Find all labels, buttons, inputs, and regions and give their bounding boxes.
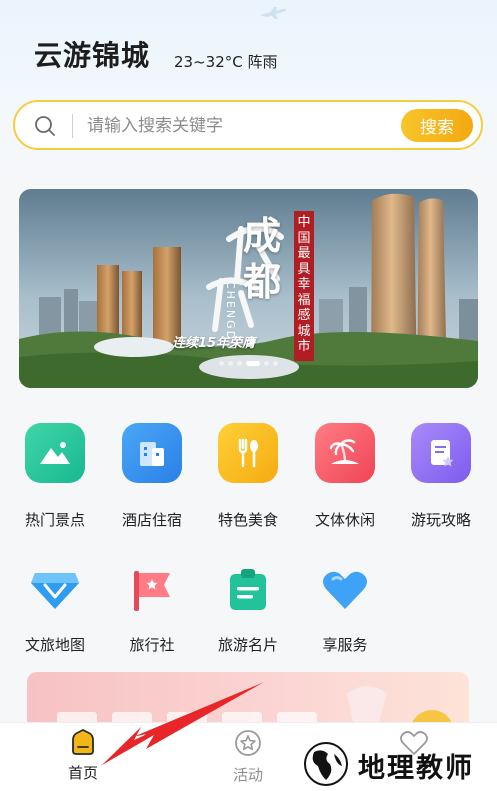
airplane-icon — [260, 7, 287, 19]
globe-logo-icon — [304, 742, 348, 786]
palm-island-icon — [315, 423, 375, 483]
grid-label: 享服务 — [322, 636, 368, 654]
tab-label: 首页 — [67, 764, 98, 782]
header-background — [0, 0, 497, 180]
banner-red-label: 中国最具幸福感城市 — [297, 215, 311, 354]
search-divider — [72, 114, 73, 138]
tab-home[interactable]: 首页 — [33, 728, 133, 783]
watermark: 地理教师 — [296, 738, 496, 788]
guide-document-icon — [411, 423, 471, 483]
grid-item-food[interactable]: 特色美食 — [200, 423, 296, 530]
travel-flag-icon — [122, 560, 182, 620]
heart-icon — [315, 560, 375, 620]
banner-dot[interactable] — [219, 361, 224, 366]
banner-slogan: 连续15年荣膺 — [172, 336, 256, 351]
fork-spoon-icon — [218, 423, 278, 483]
weather-info: 23~32°C 阵雨 — [174, 53, 278, 71]
grid-item-leisure[interactable]: 文体休闲 — [297, 423, 393, 530]
search-button[interactable]: 搜索 — [401, 109, 473, 142]
app-title: 云游锦城 — [34, 39, 151, 72]
grid-item-guide[interactable]: 游玩攻略 — [393, 423, 489, 530]
grid-item-services[interactable]: 享服务 — [297, 560, 393, 655]
hotel-building-icon — [122, 423, 182, 483]
banner-pagination[interactable] — [19, 361, 478, 366]
grid-label: 旅游名片 — [217, 636, 278, 654]
grid-label: 文体休闲 — [314, 511, 375, 529]
diamond-map-icon — [25, 560, 85, 620]
grid-item-travel-agency[interactable]: 旅行社 — [104, 560, 200, 655]
tab-label: 活动 — [232, 766, 263, 784]
banner-pinyin: CHENGDU — [224, 281, 237, 352]
grid-item-tourism-card[interactable]: 旅游名片 — [200, 560, 296, 655]
banner-dot[interactable] — [264, 361, 269, 366]
grid-label: 旅行社 — [129, 636, 175, 654]
search-bar[interactable]: 搜索 — [13, 100, 483, 150]
grid-label: 特色美食 — [217, 511, 278, 529]
home-icon — [72, 728, 94, 755]
tab-activities[interactable]: 活动 — [198, 729, 298, 785]
banner-dot[interactable] — [273, 361, 278, 366]
grid-label: 文旅地图 — [24, 636, 85, 654]
grid-item-hot-spots[interactable]: 热门景点 — [7, 423, 103, 530]
banner-dot[interactable] — [237, 361, 242, 366]
grid-label: 游玩攻略 — [410, 511, 471, 529]
grid-item-hotel[interactable]: 酒店住宿 — [104, 423, 200, 530]
mountain-photo-icon — [25, 423, 85, 483]
grid-label: 酒店住宿 — [121, 511, 182, 529]
banner-dot[interactable] — [246, 361, 260, 366]
grid-label: 热门景点 — [24, 511, 85, 529]
banner-dot[interactable] — [228, 361, 233, 366]
search-icon — [35, 116, 55, 136]
card-badge-icon — [218, 560, 278, 620]
search-input[interactable] — [87, 111, 387, 141]
grid-item-culture-map[interactable]: 文旅地图 — [7, 560, 103, 655]
banner-title-vertical: 成都 — [243, 213, 282, 304]
watermark-text: 地理教师 — [358, 753, 474, 784]
promo-banner[interactable]: 成都 CHENGDU 中国最具幸福感城市 连续15年荣膺 — [19, 189, 478, 388]
star-circle-icon — [235, 730, 261, 756]
